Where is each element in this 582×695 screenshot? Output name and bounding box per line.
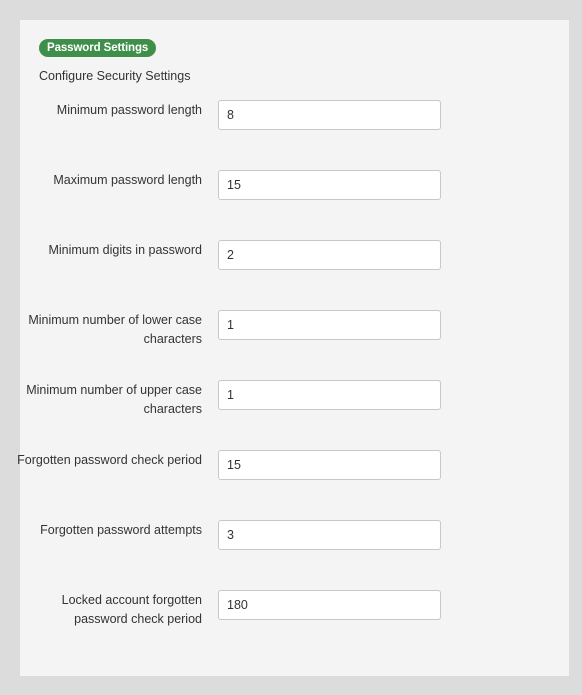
password-settings-panel: Password Settings Configure Security Set…: [17, 20, 569, 676]
min-uppercase-input[interactable]: [218, 380, 441, 410]
field-label: Locked account forgotten password check …: [61, 593, 202, 626]
field-label: Forgotten password attempts: [40, 523, 202, 537]
field-row-forgot-check-period: Forgotten password check period: [17, 450, 569, 500]
locked-account-check-period-input[interactable]: [218, 590, 441, 620]
section-badge: Password Settings: [39, 39, 157, 57]
field-label: Minimum number of lower case characters: [28, 313, 202, 346]
field-row-min-length: Minimum password length: [20, 100, 569, 150]
field-label: Minimum password length: [56, 103, 202, 117]
field-row-min-uppercase: Minimum number of upper case characters: [20, 380, 569, 430]
field-label: Minimum digits in password: [48, 243, 202, 257]
forgotten-password-check-period-input[interactable]: [218, 450, 441, 480]
section-subtitle: Configure Security Settings: [39, 69, 191, 83]
min-digits-input[interactable]: [218, 240, 441, 270]
max-password-length-input[interactable]: [218, 170, 441, 200]
forgotten-password-attempts-input[interactable]: [218, 520, 441, 550]
field-row-forgot-attempts: Forgotten password attempts: [20, 520, 569, 570]
field-label: Minimum number of upper case characters: [26, 383, 202, 416]
field-label: Maximum password length: [53, 173, 202, 187]
field-label: Forgotten password check period: [17, 453, 202, 467]
field-row-min-lowercase: Minimum number of lower case characters: [20, 310, 569, 360]
min-lowercase-input[interactable]: [218, 310, 441, 340]
field-row-locked-check-period: Locked account forgotten password check …: [20, 590, 569, 640]
field-row-min-digits: Minimum digits in password: [20, 240, 569, 290]
field-row-max-length: Maximum password length: [20, 170, 569, 220]
min-password-length-input[interactable]: [218, 100, 441, 130]
